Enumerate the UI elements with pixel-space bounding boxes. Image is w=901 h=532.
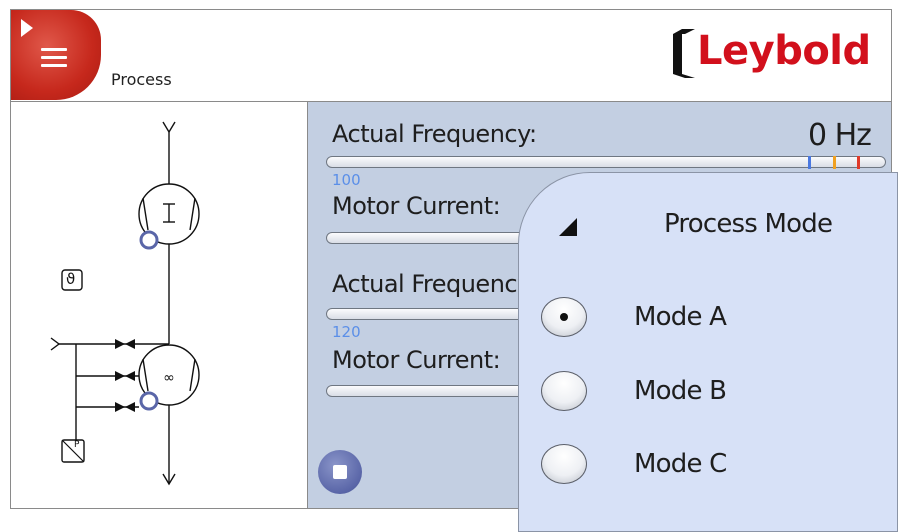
temperature-sensor-label: ϑ	[66, 270, 76, 288]
radio-button-mode-a[interactable]	[541, 297, 587, 337]
mode-option-c[interactable]: Mode C	[541, 441, 881, 491]
pressure-gauge-label: P	[74, 440, 80, 450]
brand-logo: Leybold	[671, 24, 891, 84]
page-title: Process	[111, 70, 172, 89]
motor-current-label-1: Motor Current:	[332, 192, 501, 220]
frequency-setpoint-2: 120	[332, 323, 361, 341]
menu-button[interactable]	[11, 10, 101, 100]
leybold-logo-icon	[673, 29, 695, 78]
process-mode-popup: Process Mode Mode A Mode B Mode C	[518, 172, 898, 532]
menu-indicator-icon	[21, 19, 33, 37]
process-diagram: ∞ ϑ P	[11, 102, 308, 508]
frequency-setpoint-1: 100	[332, 171, 361, 189]
actual-frequency-label-2: Actual Frequency:	[332, 270, 537, 298]
radio-button-mode-c[interactable]	[541, 444, 587, 484]
radio-selected-dot	[560, 313, 568, 321]
mode-option-b[interactable]: Mode B	[541, 368, 881, 418]
popup-title: Process Mode	[664, 209, 833, 239]
actual-frequency-label-1: Actual Frequency:	[332, 120, 537, 148]
limit-marker	[857, 156, 860, 169]
collapse-triangle-icon[interactable]	[559, 218, 577, 236]
warning-marker	[833, 156, 836, 169]
turbo-pump-icon	[163, 203, 175, 223]
mode-option-a[interactable]: Mode A	[541, 294, 881, 344]
svg-text:∞: ∞	[163, 370, 175, 386]
brand-name: Leybold	[697, 28, 871, 74]
min-marker	[808, 156, 811, 169]
header-bar: Process Leybold	[11, 10, 891, 102]
actual-frequency-value: 0 Hz	[808, 118, 872, 153]
pump-schematic: ∞	[50, 121, 200, 486]
stop-button[interactable]	[318, 450, 362, 494]
radio-button-mode-b[interactable]	[541, 371, 587, 411]
hamburger-menu-icon	[41, 48, 67, 72]
mode-b-label: Mode B	[634, 376, 727, 406]
mode-a-label: Mode A	[634, 302, 727, 332]
frequency-bar-1	[326, 156, 886, 169]
stop-icon	[333, 465, 347, 479]
motor-current-label-2: Motor Current:	[332, 346, 501, 374]
mode-c-label: Mode C	[634, 449, 727, 479]
